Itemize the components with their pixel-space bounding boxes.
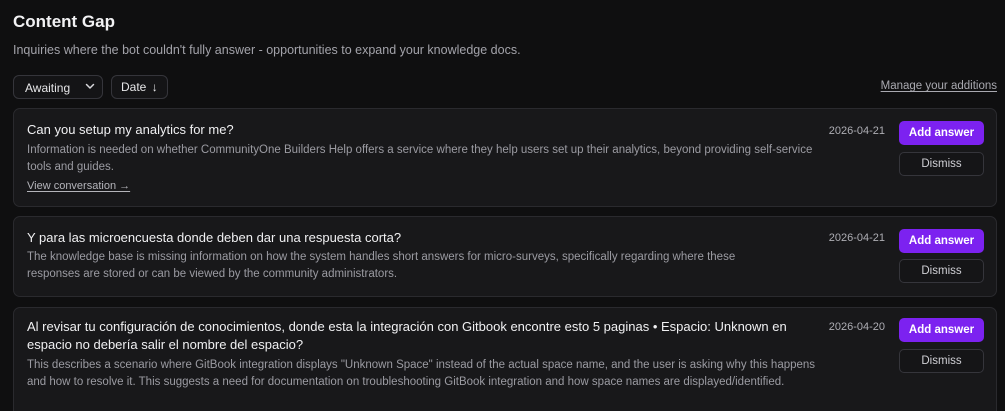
toolbar: Awaiting Date ↓ Manage your additions bbox=[13, 75, 997, 99]
card-question: Y para las microencuesta donde deben dar… bbox=[27, 230, 402, 245]
sort-date-button[interactable]: Date ↓ bbox=[111, 75, 168, 99]
status-filter-select[interactable]: Awaiting bbox=[13, 75, 103, 99]
gap-card: Al revisar tu configuración de conocimie… bbox=[13, 307, 997, 411]
add-answer-button[interactable]: Add answer bbox=[899, 121, 984, 145]
chevron-down-icon bbox=[85, 83, 95, 89]
sort-label: Date bbox=[121, 80, 147, 94]
arrow-down-icon: ↓ bbox=[151, 80, 158, 94]
dismiss-button[interactable]: Dismiss bbox=[899, 349, 984, 373]
card-description: The knowledge base is missing informatio… bbox=[27, 251, 736, 280]
page-subtitle: Inquiries where the bot couldn't fully a… bbox=[13, 43, 521, 57]
manage-additions-link[interactable]: Manage your additions bbox=[881, 80, 997, 92]
add-answer-button[interactable]: Add answer bbox=[899, 229, 984, 253]
content-gap-page: Content Gap Inquiries where the bot coul… bbox=[0, 0, 1005, 411]
card-question: Al revisar tu configuración de conocimie… bbox=[27, 319, 787, 352]
gap-card: Y para las microencuesta donde deben dar… bbox=[13, 216, 997, 297]
card-description: Information is needed on whether Communi… bbox=[27, 144, 813, 173]
card-date: 2026-04-21 bbox=[828, 125, 885, 137]
view-conversation-link[interactable]: View conversation → bbox=[27, 180, 130, 192]
dismiss-button[interactable]: Dismiss bbox=[899, 259, 984, 283]
card-question: Can you setup my analytics for me? bbox=[27, 122, 234, 137]
card-description: This describes a scenario where GitBook … bbox=[27, 359, 816, 388]
gap-card: Can you setup my analytics for me? Infor… bbox=[13, 108, 997, 207]
page-title: Content Gap bbox=[13, 12, 115, 31]
card-date: 2026-04-21 bbox=[828, 232, 885, 244]
card-date: 2026-04-20 bbox=[828, 321, 885, 333]
status-filter-value: Awaiting bbox=[25, 81, 71, 95]
dismiss-button[interactable]: Dismiss bbox=[899, 152, 984, 176]
add-answer-button[interactable]: Add answer bbox=[899, 318, 984, 342]
